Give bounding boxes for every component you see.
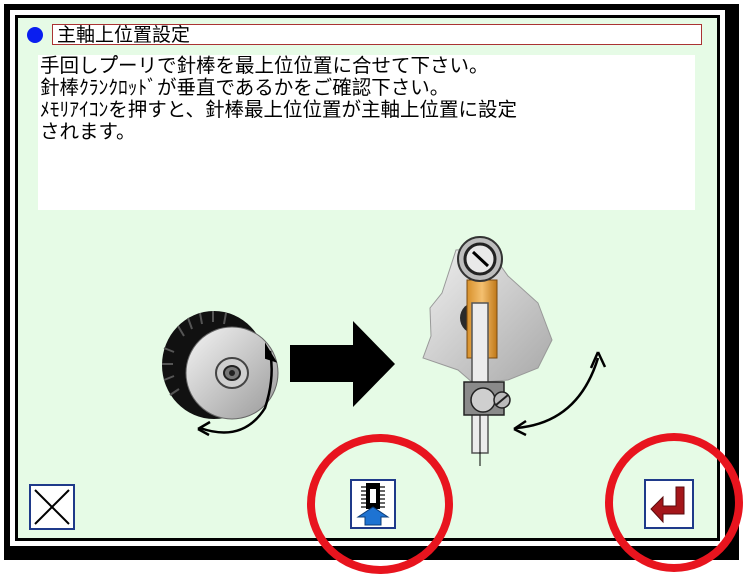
needle-bar-crank-icon xyxy=(422,236,607,466)
close-button[interactable] xyxy=(29,484,75,530)
highlight-ring-memory xyxy=(307,434,453,574)
right-arrow-icon xyxy=(290,321,395,407)
close-x-icon xyxy=(34,489,70,525)
highlight-ring-enter xyxy=(605,433,743,572)
handwheel-pulley-icon xyxy=(162,311,279,437)
